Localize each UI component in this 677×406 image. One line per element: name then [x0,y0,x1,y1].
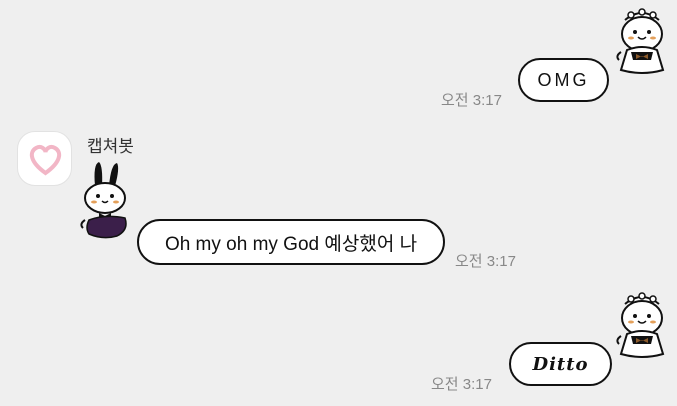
sender-avatar[interactable] [17,131,72,186]
bunny-sticker-icon[interactable] [77,158,139,242]
message-time: 오전 3:17 [431,376,492,393]
heart-icon [29,144,62,176]
message-time: 오전 3:17 [455,253,516,270]
maid-sticker-icon[interactable] [607,4,677,76]
message-time: 오전 3:17 [441,92,502,109]
message-bubble[interactable]: Ditto [509,342,612,386]
maid-sticker-icon[interactable] [607,288,677,360]
chat-area: OMG 오전 3:17 캡쳐봇 Oh my oh my God 예상했어 나 오… [0,0,677,406]
message-bubble[interactable]: Oh my oh my God 예상했어 나 [137,219,445,265]
sender-name: 캡쳐봇 [87,137,134,156]
message-bubble[interactable]: OMG [518,58,609,102]
